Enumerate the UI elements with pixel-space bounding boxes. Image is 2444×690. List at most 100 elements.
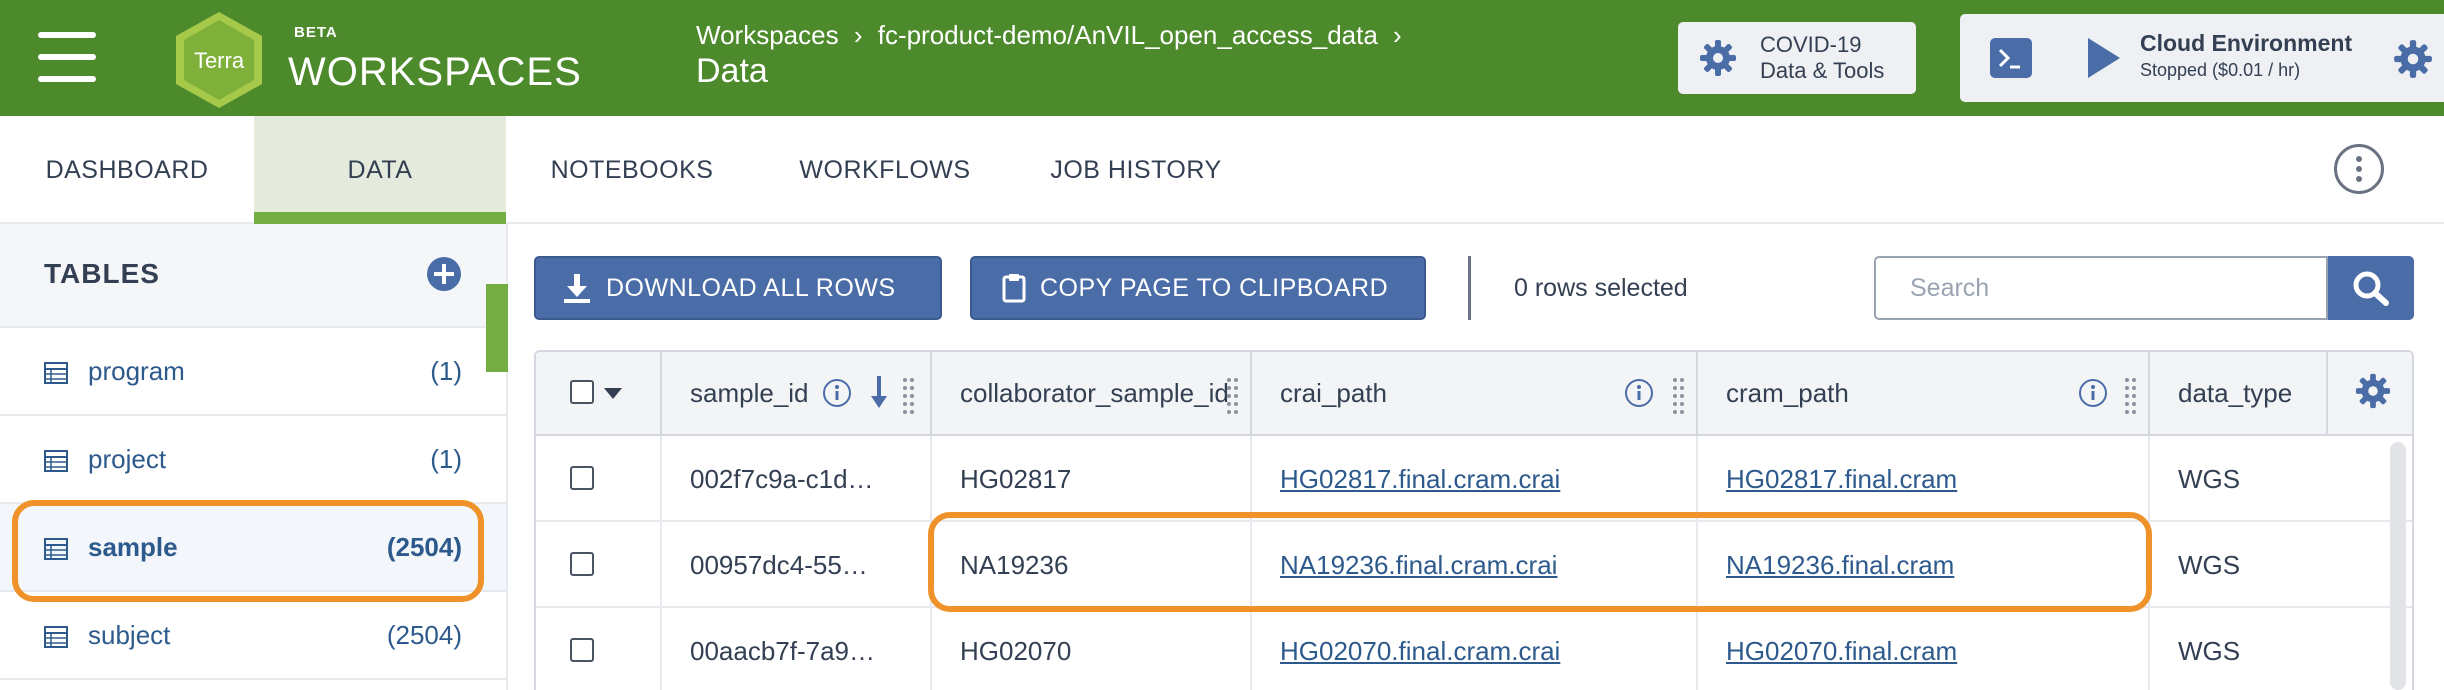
table-icon	[44, 538, 68, 560]
gear-icon	[1700, 40, 1736, 76]
sample-id-value: 00aacb7f-7a9…	[690, 636, 876, 666]
tab-dashboard[interactable]: DASHBOARD	[0, 116, 254, 224]
cloud-environment-status: Stopped ($0.01 / hr)	[2140, 60, 2301, 80]
row-select-cell	[536, 436, 662, 522]
toolbar-divider	[1468, 256, 1471, 320]
table-name: subject	[88, 620, 171, 650]
table-count: (2504)	[386, 532, 462, 562]
row-select-cell	[536, 608, 662, 690]
download-icon	[564, 274, 590, 303]
brand-title[interactable]: WORKSPACES	[288, 50, 582, 95]
logo-text: Terra	[194, 48, 245, 73]
column-title: crai_path	[1280, 378, 1387, 408]
column-title: collaborator_sample_id	[960, 378, 1229, 408]
table-name: sample	[88, 532, 178, 562]
workspace-tabs: DASHBOARD DATA NOTEBOOKS WORKFLOWS JOB H…	[0, 116, 2444, 224]
table-icon	[44, 450, 68, 472]
crai-path-link[interactable]: NA19236.final.cram.crai	[1280, 550, 1557, 581]
copy-page-button[interactable]: COPY PAGE TO CLIPBOARD	[970, 256, 1426, 320]
crai-path-cell: NA19236.final.cram.crai	[1252, 522, 1698, 608]
cram-path-link[interactable]: NA19236.final.cram	[1726, 550, 1954, 581]
crai-path-link[interactable]: HG02817.final.cram.crai	[1280, 464, 1560, 495]
copy-label: COPY PAGE TO CLIPBOARD	[1040, 273, 1389, 302]
collaborator-sample-id-cell: HG02817	[932, 436, 1252, 522]
page-title: Data	[696, 52, 768, 90]
data-type-value: WGS	[2178, 636, 2241, 666]
sort-descending-icon[interactable]	[870, 374, 888, 410]
tables-sidebar: TABLES program (1) project (1) sample (2…	[0, 224, 508, 690]
sample-id-value: 00957dc4-55…	[690, 550, 868, 580]
table-item-subject[interactable]: subject (2504)	[0, 592, 506, 680]
column-header-crai-path[interactable]: crai_path	[1252, 352, 1698, 436]
table-icon	[44, 362, 68, 384]
tab-data[interactable]: DATA	[254, 116, 506, 224]
tables-title: TABLES	[44, 258, 160, 289]
table-row: 00aacb7f-7a9… HG02070 HG02070.final.cram…	[536, 608, 2412, 690]
column-resize-handle-icon[interactable]	[902, 376, 916, 416]
info-icon[interactable]	[2078, 378, 2108, 408]
crai-path-link[interactable]: HG02070.final.cram.crai	[1280, 636, 1560, 667]
sample-id-cell: 002f7c9a-c1d…	[662, 436, 932, 522]
cloud-environment-panel: Cloud Environment Stopped ($0.01 / hr)	[1960, 14, 2444, 102]
cram-path-cell: HG02070.final.cram	[1698, 608, 2150, 690]
play-icon[interactable]	[2086, 36, 2122, 80]
search-input[interactable]	[1874, 256, 2328, 320]
select-all-checkbox[interactable]	[570, 380, 594, 404]
select-all-header	[536, 352, 662, 436]
cram-path-link[interactable]: HG02817.final.cram	[1726, 464, 1957, 495]
terminal-icon[interactable]	[1990, 38, 2032, 78]
column-settings-gear-icon[interactable]	[2354, 372, 2392, 410]
cloud-environment-title[interactable]: Cloud Environment	[2140, 30, 2352, 57]
cram-path-link[interactable]: HG02070.final.cram	[1726, 636, 1957, 667]
more-options-icon[interactable]	[2334, 144, 2384, 194]
clipboard-icon	[1002, 274, 1026, 303]
table-item-program[interactable]: program (1)	[0, 328, 506, 416]
data-table: sample_id collaborator_sample_id crai_pa…	[534, 350, 2414, 690]
table-header-row: sample_id collaborator_sample_id crai_pa…	[536, 352, 2412, 436]
column-resize-handle-icon[interactable]	[1672, 376, 1686, 416]
add-table-icon[interactable]	[426, 256, 462, 292]
column-resize-handle-icon[interactable]	[2124, 376, 2138, 416]
download-all-rows-button[interactable]: DOWNLOAD ALL ROWS	[534, 256, 942, 320]
tables-header: TABLES	[0, 224, 506, 328]
hamburger-menu-icon[interactable]	[38, 32, 96, 82]
search-button[interactable]	[2328, 256, 2414, 320]
collaborator-sample-id-cell: NA19236	[932, 522, 1252, 608]
row-checkbox[interactable]	[570, 638, 594, 662]
sample-id-value: 002f7c9a-c1d…	[690, 464, 874, 494]
column-header-cram-path[interactable]: cram_path	[1698, 352, 2150, 436]
column-title: data_type	[2178, 378, 2293, 408]
info-icon[interactable]	[1624, 378, 1654, 408]
tab-notebooks[interactable]: NOTEBOOKS	[516, 116, 748, 224]
row-checkbox[interactable]	[570, 552, 594, 576]
sample-id-cell: 00aacb7f-7a9…	[662, 608, 932, 690]
sample-id-cell: 00957dc4-55…	[662, 522, 932, 608]
covid-line2: Data & Tools	[1760, 58, 1885, 83]
tab-workflows[interactable]: WORKFLOWS	[776, 116, 994, 224]
table-item-project[interactable]: project (1)	[0, 416, 506, 504]
column-header-collaborator-sample-id[interactable]: collaborator_sample_id	[932, 352, 1252, 436]
table-name: project	[88, 444, 167, 474]
info-icon[interactable]	[822, 378, 852, 408]
cloud-settings-gear-icon[interactable]	[2392, 38, 2434, 80]
chevron-down-icon[interactable]	[604, 388, 622, 400]
download-label: DOWNLOAD ALL ROWS	[606, 273, 896, 302]
rows-selected-count: 0 rows selected	[1514, 274, 1688, 302]
data-type-value: WGS	[2178, 550, 2241, 580]
breadcrumb-workspaces[interactable]: Workspaces	[696, 20, 839, 50]
breadcrumb-workspace-name[interactable]: fc-product-demo/AnVIL_open_access_data	[878, 20, 1378, 50]
data-type-cell: WGS	[2150, 608, 2412, 690]
table-scrollbar[interactable]	[2390, 442, 2406, 690]
covid-data-tools-button[interactable]: COVID-19 Data & Tools	[1678, 22, 1916, 94]
table-row: 00957dc4-55… NA19236 NA19236.final.cram.…	[536, 522, 2412, 608]
terra-logo[interactable]: Terra	[172, 10, 266, 110]
table-item-sample[interactable]: sample (2504)	[0, 504, 506, 592]
table-count: (2504)	[386, 620, 462, 650]
beta-badge: BETA	[294, 24, 338, 41]
table-row: 002f7c9a-c1d… HG02817 HG02817.final.cram…	[536, 436, 2412, 522]
cram-path-cell: HG02817.final.cram	[1698, 436, 2150, 522]
column-resize-handle-icon[interactable]	[1226, 376, 1240, 416]
row-checkbox[interactable]	[570, 466, 594, 490]
tab-job-history[interactable]: JOB HISTORY	[1030, 116, 1242, 224]
column-header-sample-id[interactable]: sample_id	[662, 352, 932, 436]
